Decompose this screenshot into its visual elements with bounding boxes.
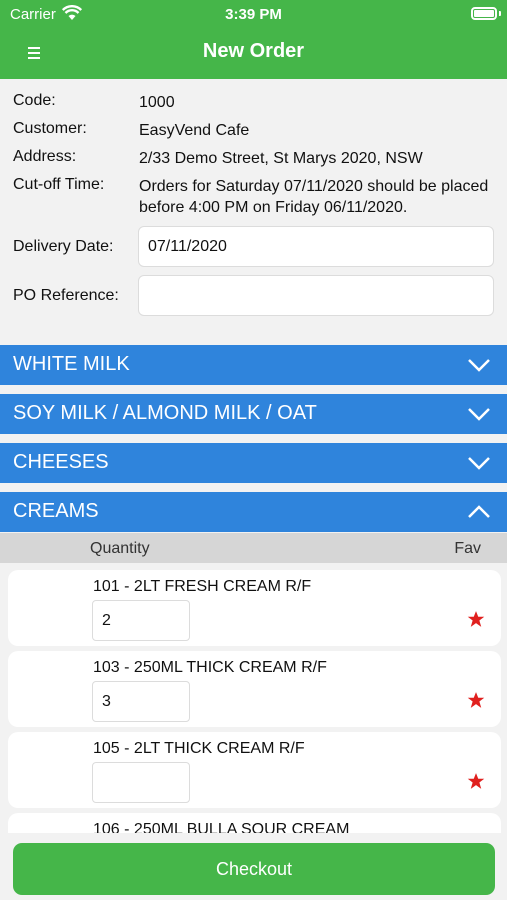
page-title: New Order (202, 40, 305, 62)
product-list[interactable]: 101 - 2LT FRESH CREAM R/F 103 - 250ML TH… (0, 563, 507, 833)
customer-row: Customer: EasyVend Cafe (13, 120, 498, 148)
customer-value: EasyVend Cafe (139, 122, 250, 139)
chevron-down-icon (468, 457, 490, 470)
star-icon[interactable] (467, 691, 485, 709)
checkout-bar: Checkout (0, 833, 507, 900)
product-name: 101 - 2LT FRESH CREAM R/F (93, 578, 312, 595)
quantity-field[interactable] (92, 600, 190, 641)
clock: 3:39 PM (225, 6, 282, 23)
chevron-down-icon (468, 359, 490, 372)
code-value: 1000 (139, 94, 175, 111)
chevron-up-icon (468, 505, 490, 518)
cutoff-row: Cut-off Time: Orders for Saturday 07/11/… (13, 176, 498, 226)
address-value: 2/33 Demo Street, St Marys 2020, NSW (139, 150, 423, 167)
delivery-date-label: Delivery Date: (13, 238, 114, 255)
po-reference-label: PO Reference: (13, 287, 119, 304)
code-label: Code: (13, 92, 56, 109)
fav-column-label: Fav (454, 540, 481, 557)
list-item: 106 - 250ML BULLA SOUR CREAM (8, 813, 501, 833)
star-icon[interactable] (467, 772, 485, 790)
quantity-field[interactable] (92, 762, 190, 803)
status-bar: Carrier 3:39 PM (0, 0, 507, 28)
cutoff-label: Cut-off Time: (13, 176, 105, 193)
cutoff-value: Orders for Saturday 07/11/2020 should be… (139, 178, 489, 216)
category-label: WHITE MILK (13, 353, 130, 375)
address-label: Address: (13, 148, 77, 165)
top-bar: Carrier 3:39 PM New Order (0, 0, 507, 79)
category-soy-milk[interactable]: SOY MILK / ALMOND MILK / OAT (0, 394, 507, 434)
category-label: CHEESES (13, 451, 109, 473)
order-info: Code: 1000 Customer: EasyVend Cafe Addre… (13, 92, 498, 324)
category-label: CREAMS (13, 500, 99, 522)
list-item: 103 - 250ML THICK CREAM R/F (8, 651, 501, 727)
product-name: 106 - 250ML BULLA SOUR CREAM (93, 821, 350, 833)
quantity-field[interactable] (92, 681, 190, 722)
battery-nub (499, 11, 501, 16)
battery-icon (471, 7, 497, 20)
star-icon[interactable] (467, 610, 485, 628)
category-label: SOY MILK / ALMOND MILK / OAT (13, 402, 317, 424)
column-header: Quantity Fav (0, 533, 507, 563)
code-row: Code: 1000 (13, 92, 498, 120)
checkout-button[interactable]: Checkout (13, 843, 495, 895)
product-name: 105 - 2LT THICK CREAM R/F (93, 740, 305, 757)
quantity-column-label: Quantity (90, 540, 150, 557)
category-creams[interactable]: CREAMS (0, 492, 507, 532)
po-reference-field[interactable] (138, 275, 494, 316)
category-white-milk[interactable]: WHITE MILK (0, 345, 507, 385)
list-item: 101 - 2LT FRESH CREAM R/F (8, 570, 501, 646)
list-item: 105 - 2LT THICK CREAM R/F (8, 732, 501, 808)
delivery-date-field[interactable] (138, 226, 494, 267)
po-reference-row: PO Reference: (13, 275, 498, 324)
chevron-down-icon (468, 408, 490, 421)
customer-label: Customer: (13, 120, 87, 137)
delivery-date-row: Delivery Date: (13, 226, 498, 275)
category-cheeses[interactable]: CHEESES (0, 443, 507, 483)
address-row: Address: 2/33 Demo Street, St Marys 2020… (13, 148, 498, 176)
nav-bar: New Order (0, 28, 507, 79)
product-name: 103 - 250ML THICK CREAM R/F (93, 659, 327, 676)
